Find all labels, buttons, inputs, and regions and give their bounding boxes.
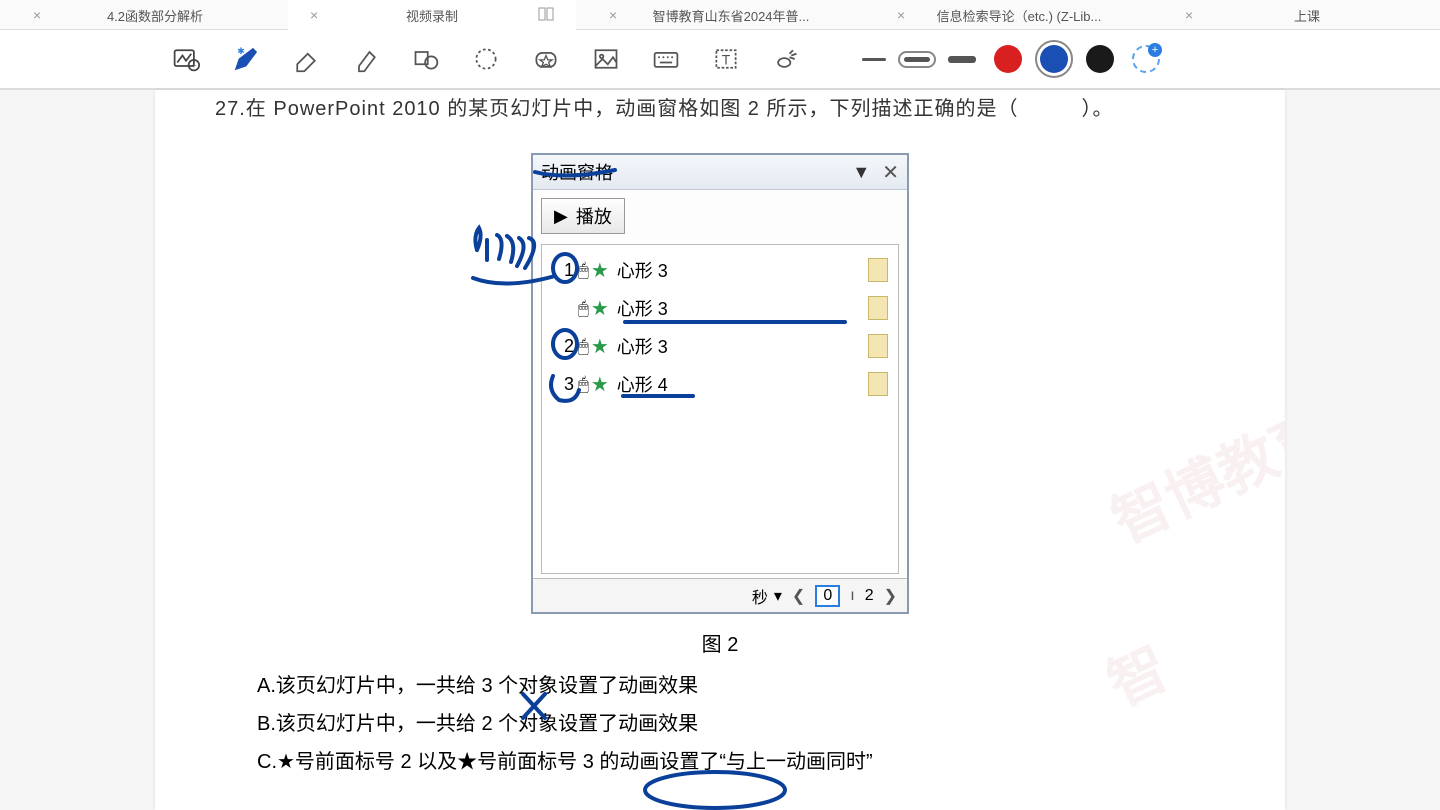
timing-bar (868, 258, 888, 282)
option-c: C.★号前面标号 2 以及★号前面标号 3 的动画设置了“与上一动画同时” (257, 743, 1225, 781)
close-icon[interactable]: × (310, 8, 324, 22)
play-icon: ▶ (554, 206, 568, 227)
text-tool-icon[interactable]: T (710, 43, 742, 75)
svg-text:T: T (722, 51, 731, 67)
next-icon[interactable]: ❯ (880, 586, 901, 606)
timing-bar (868, 296, 888, 320)
anim-label: 心形 3 (617, 333, 860, 359)
question-text: 27.在 PowerPoint 2010 的某页幻灯片中，动画窗格如图 2 所示… (215, 92, 1225, 121)
animation-footer: 秒 ▾ ❮ 0 ı 2 ❯ (533, 578, 907, 612)
close-icon[interactable]: × (897, 8, 911, 22)
animation-item[interactable]: 1 🖱 ★ 心形 3 (546, 251, 894, 289)
sep: ı (846, 587, 858, 605)
animation-pane-title: 动画窗格 (541, 159, 852, 185)
zoom-annotate-icon[interactable]: + (170, 43, 202, 75)
animation-item[interactable]: 2 🖱 ★ 心形 3 (546, 327, 894, 365)
split-icon[interactable] (538, 6, 554, 25)
tab-bar: × 4.2函数部分解析 × 视频录制 × 智博教育山东省2024年普... × … (0, 0, 1440, 30)
color-black[interactable] (1086, 45, 1114, 73)
tab-label: 4.2函数部分解析 (55, 6, 255, 25)
close-icon[interactable]: ✕ (882, 160, 899, 185)
plus-icon: + (1148, 43, 1162, 57)
color-blue[interactable] (1040, 45, 1068, 73)
anim-number: 2 (552, 336, 574, 357)
animation-pane: 动画窗格 ▼ ✕ ▶ 播放 1 🖱 ★ 心形 3 🖱 ★ (531, 153, 909, 614)
close-icon[interactable]: × (1185, 8, 1199, 22)
pen-tool-icon[interactable]: ✱ (230, 43, 262, 75)
page-value: 2 (865, 587, 874, 605)
toolbar: + ✱ T (0, 30, 1440, 90)
dropdown-icon[interactable]: ▾ (774, 586, 782, 606)
tab-3[interactable]: × 信息检索导论（etc.) (Z-Lib... (864, 0, 1152, 30)
answer-options: A.该页幻灯片中，一共给 3 个对象设置了动画效果 B.该页幻灯片中，一共给 2… (257, 667, 1225, 781)
eraser-icon[interactable] (290, 43, 322, 75)
tab-label: 智博教育山东省2024年普... (631, 6, 831, 25)
tab-label: 信息检索导论（etc.) (Z-Lib... (919, 6, 1119, 25)
trigger-icon: 🖱 (578, 374, 589, 395)
option-a: A.该页幻灯片中，一共给 3 个对象设置了动画效果 (257, 667, 1225, 705)
document-page: 智博教育 智 27.在 PowerPoint 2010 的某页幻灯片中，动画窗格… (155, 90, 1285, 810)
animation-item[interactable]: 🖱 ★ 心形 3 (546, 289, 894, 327)
color-red[interactable] (994, 45, 1022, 73)
color-picker-add[interactable]: + (1132, 45, 1160, 73)
image-icon[interactable] (590, 43, 622, 75)
shape-eraser-icon[interactable] (410, 43, 442, 75)
trigger-icon: 🖱 (578, 298, 589, 319)
dropdown-icon[interactable]: ▼ (852, 162, 870, 183)
anim-label: 心形 4 (617, 371, 860, 397)
highlighter-icon[interactable] (350, 43, 382, 75)
trigger-icon: 🖱 (578, 260, 589, 281)
star-icon: ★ (591, 372, 609, 397)
star-icon: ★ (591, 296, 609, 321)
play-label: 播放 (576, 203, 612, 229)
figure-caption: 图 2 (215, 628, 1225, 657)
svg-text:✱: ✱ (237, 46, 244, 56)
timing-bar (868, 334, 888, 358)
unit-label: 秒 (752, 584, 768, 608)
star-icon: ★ (591, 334, 609, 359)
option-b: B.该页幻灯片中，一共给 2 个对象设置了动画效果 (257, 705, 1225, 743)
animation-item[interactable]: 3 🖱 ★ 心形 4 (546, 365, 894, 403)
anim-number: 3 (552, 374, 574, 395)
tab-label: 上课 (1207, 6, 1407, 25)
tab-label: 视频录制 (332, 6, 532, 25)
watermark: 智博教育 (1096, 385, 1285, 559)
tab-4[interactable]: × 上课 (1152, 0, 1440, 30)
seconds-value[interactable]: 0 (815, 585, 840, 607)
anim-number: 1 (552, 260, 574, 281)
play-button[interactable]: ▶ 播放 (541, 198, 625, 234)
close-icon[interactable]: × (33, 8, 47, 22)
animation-pane-header: 动画窗格 ▼ ✕ (533, 155, 907, 190)
prev-icon[interactable]: ❮ (788, 586, 809, 606)
tab-1[interactable]: × 视频录制 (288, 0, 576, 30)
anim-label: 心形 3 (617, 257, 860, 283)
animation-list: 1 🖱 ★ 心形 3 🖱 ★ 心形 3 2 🖱 ★ 心形 (541, 244, 899, 574)
trigger-icon: 🖱 (578, 336, 589, 357)
lasso-icon[interactable] (470, 43, 502, 75)
stroke-thin[interactable] (862, 58, 886, 61)
link-laser-icon[interactable] (770, 43, 802, 75)
keyboard-icon[interactable] (650, 43, 682, 75)
stroke-thick[interactable] (948, 56, 976, 63)
timing-bar (868, 372, 888, 396)
svg-text:+: + (191, 61, 196, 71)
stroke-medium[interactable] (904, 57, 930, 62)
tab-2[interactable]: × 智博教育山东省2024年普... (576, 0, 864, 30)
tab-0[interactable]: × 4.2函数部分解析 (0, 0, 288, 30)
stamp-icon[interactable] (530, 43, 562, 75)
star-icon: ★ (591, 258, 609, 283)
anim-label: 心形 3 (617, 295, 842, 321)
close-icon[interactable]: × (609, 8, 623, 22)
